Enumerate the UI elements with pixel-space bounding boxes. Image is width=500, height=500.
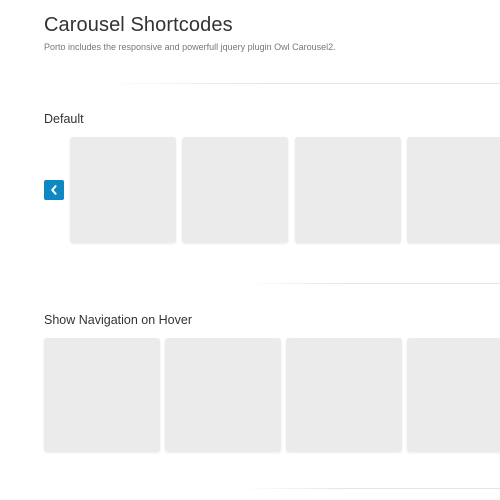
page-title: Carousel Shortcodes: [44, 14, 233, 36]
carousel-prev-button[interactable]: [44, 180, 64, 200]
divider: [100, 83, 500, 84]
chevron-left-icon: [50, 185, 58, 195]
page: Carousel Shortcodes Porto includes the r…: [0, 0, 500, 500]
section-heading: Show Navigation on Hover: [44, 313, 192, 327]
section-heading: Default: [44, 112, 84, 126]
carousel-item[interactable]: [407, 137, 500, 243]
carousel-item[interactable]: [70, 137, 176, 243]
carousel-item[interactable]: [165, 338, 281, 452]
carousel-item[interactable]: [44, 338, 160, 452]
divider: [240, 283, 500, 284]
carousel-item[interactable]: [407, 338, 500, 452]
carousel-item[interactable]: [295, 137, 401, 243]
carousel-item[interactable]: [286, 338, 402, 452]
carousel-item[interactable]: [182, 137, 288, 243]
page-subtitle: Porto includes the responsive and powerf…: [44, 42, 336, 52]
divider: [240, 488, 500, 489]
